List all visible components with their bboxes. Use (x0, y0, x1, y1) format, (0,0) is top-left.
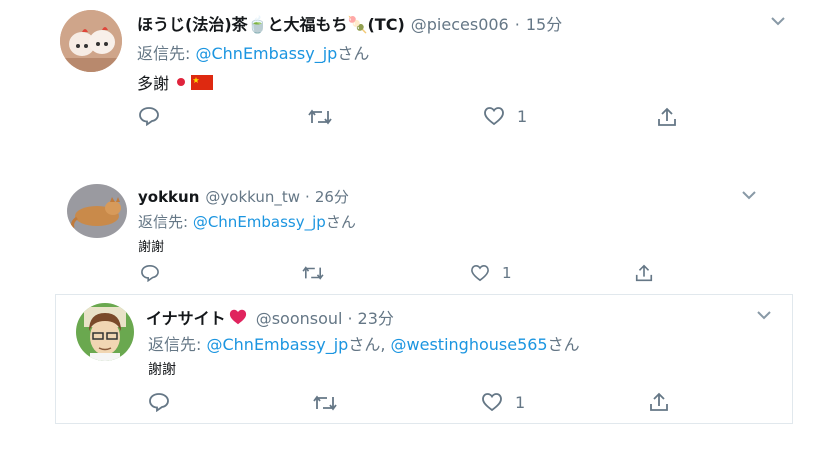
separator-dot: · (514, 15, 520, 34)
like-button[interactable]: 1 (481, 392, 525, 412)
display-name[interactable]: ほうじ(法治)茶🍵と大福もち🍡(TC) (137, 11, 405, 35)
reply-button[interactable] (140, 264, 160, 282)
chevron-down-icon[interactable] (756, 306, 772, 325)
reply-context: 返信先: @ChnEmbassy_jpさん (137, 40, 369, 64)
timestamp[interactable]: 26分 (315, 186, 349, 207)
reply-prefix: 返信先: (148, 335, 207, 354)
chevron-down-icon[interactable] (741, 186, 757, 205)
reply-context: 返信先: @ChnEmbassy_jpさん (138, 211, 356, 232)
mention-link[interactable]: @ChnEmbassy_jp (206, 335, 348, 354)
share-icon (635, 264, 653, 282)
tweet-header: yokkun @yokkun_tw · 26分 (138, 186, 349, 207)
tweet[interactable]: ほうじ(法治)茶🍵と大福もち🍡(TC) @pieces006 · 15分 返信先… (0, 0, 828, 150)
tweet-body: 謝謝 (138, 240, 165, 255)
china-flag-icon (191, 74, 214, 90)
separator-dot: · (347, 309, 353, 328)
reply-suffix: さん (337, 44, 370, 63)
reply-prefix: 返信先: (137, 44, 196, 63)
like-button[interactable]: 1 (470, 264, 512, 282)
timestamp[interactable]: 15分 (526, 11, 562, 35)
reply-suffix: さん (325, 213, 356, 231)
tweet-body: 多謝 (137, 74, 170, 93)
avatar-image (76, 303, 134, 361)
mention-link[interactable]: @ChnEmbassy_jp (193, 213, 326, 231)
like-count: 1 (515, 392, 526, 412)
tweet-header: イナサイト @soonsoul · 23分 (146, 305, 394, 329)
reply-button[interactable] (138, 106, 160, 126)
reply-icon (141, 264, 159, 282)
reply-suffix: さん (547, 335, 580, 354)
tweet[interactable]: yokkun @yokkun_tw · 26分 返信先: @ChnEmbassy… (0, 175, 828, 290)
heart-icon (484, 107, 504, 126)
like-button[interactable]: 1 (483, 106, 527, 126)
mention-link[interactable]: @westinghouse565 (391, 335, 548, 354)
tweet-body: 謝謝 (148, 362, 176, 378)
mention-link[interactable]: @ChnEmbassy_jp (195, 44, 337, 63)
chevron-down-icon[interactable] (770, 12, 786, 31)
timestamp[interactable]: 23分 (358, 305, 394, 329)
retweet-icon (308, 109, 332, 125)
tweet-text: 謝謝 (138, 236, 164, 255)
share-button[interactable] (634, 263, 654, 283)
retweet-icon (302, 266, 324, 280)
tweet[interactable]: イナサイト @soonsoul · 23分 返信先: @ChnEmbassy_j… (55, 294, 793, 424)
separator-dot: · (305, 188, 310, 206)
retweet-button[interactable] (307, 107, 333, 127)
avatar-image (67, 184, 127, 238)
japan-flag-icon (177, 78, 186, 86)
share-button[interactable] (656, 106, 678, 128)
avatar[interactable] (60, 10, 122, 72)
reply-icon (139, 107, 159, 126)
like-count: 1 (502, 264, 512, 282)
avatar-image (60, 10, 122, 72)
reply-context: 返信先: @ChnEmbassy_jpさん, @westinghouse565さ… (148, 331, 580, 355)
user-handle[interactable]: @yokkun_tw (205, 188, 300, 206)
user-handle[interactable]: @soonsoul (256, 309, 343, 328)
retweet-button[interactable] (312, 393, 338, 413)
retweet-icon (313, 395, 337, 411)
avatar[interactable] (76, 303, 134, 361)
user-handle[interactable]: @pieces006 (411, 15, 509, 34)
share-icon (650, 392, 668, 411)
retweet-button[interactable] (301, 264, 325, 282)
reply-prefix: 返信先: (138, 213, 193, 231)
tweet-text: 多謝 (137, 70, 214, 94)
share-icon (658, 107, 676, 126)
reply-button[interactable] (148, 392, 170, 412)
tweet-text: 謝謝 (148, 359, 176, 379)
tweet-header: ほうじ(法治)茶🍵と大福もち🍡(TC) @pieces006 · 15分 (137, 11, 562, 35)
mention-joiner: さん, (348, 335, 391, 354)
reply-icon (149, 393, 169, 412)
display-name[interactable]: yokkun (138, 188, 199, 206)
display-name[interactable]: イナサイト (146, 305, 226, 329)
heart-emoji-icon (229, 309, 246, 325)
like-count: 1 (517, 106, 528, 126)
heart-icon (471, 264, 489, 282)
avatar[interactable] (67, 184, 127, 238)
share-button[interactable] (648, 391, 670, 413)
heart-icon (482, 393, 502, 412)
